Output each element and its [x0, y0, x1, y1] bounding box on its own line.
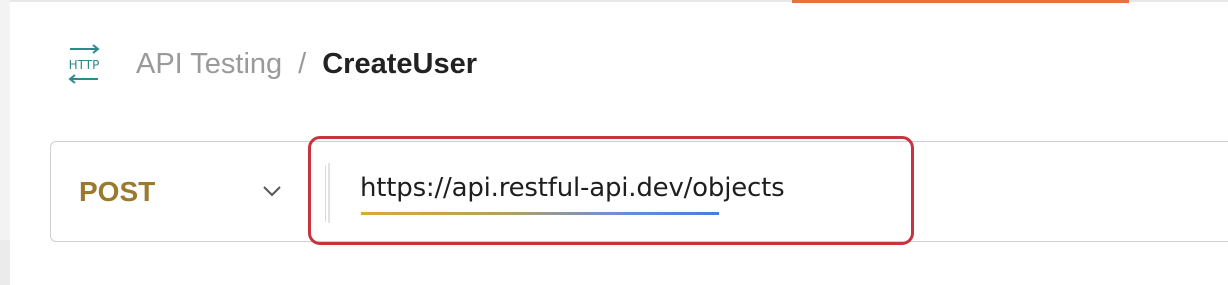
page-title[interactable]: CreateUser	[322, 48, 477, 81]
breadcrumb-parent-link[interactable]: API Testing	[136, 48, 282, 81]
left-rail-lower	[0, 240, 10, 285]
method-select[interactable]: POST	[51, 142, 309, 241]
url-variable-underline	[361, 212, 719, 215]
chevron-down-icon	[263, 186, 281, 197]
active-tab-indicator	[792, 0, 1129, 3]
method-label: POST	[79, 176, 156, 207]
breadcrumb: HTTP API Testing / CreateUser	[62, 40, 477, 88]
breadcrumb-separator: /	[298, 47, 307, 80]
url-text[interactable]: https://api.restful-api.dev/objects	[360, 173, 785, 203]
http-icon: HTTP	[68, 44, 100, 84]
http-icon-label: HTTP	[69, 58, 100, 72]
